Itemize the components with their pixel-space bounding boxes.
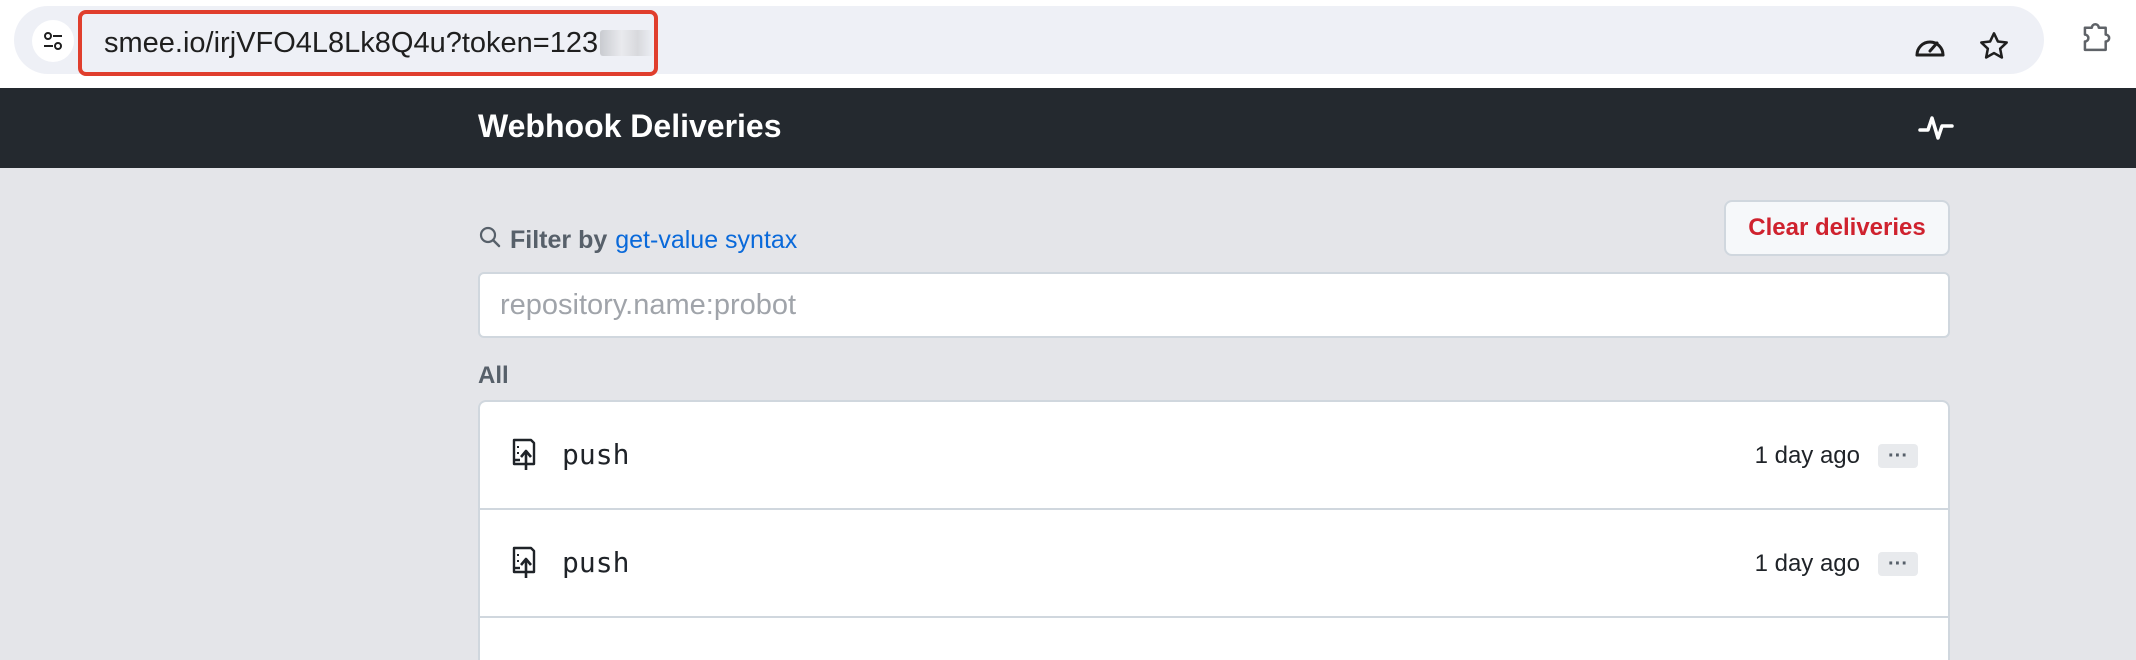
url-field[interactable]: smee.io/irjVFO4L8Lk8Q4u?token=123 (78, 10, 658, 76)
deliveries-list: push 1 day ago ··· push 1 day ago ··· (478, 400, 1950, 660)
get-value-syntax-link[interactable]: get-value syntax (615, 226, 797, 255)
clear-deliveries-button[interactable]: Clear deliveries (1724, 200, 1950, 256)
address-bar[interactable]: smee.io/irjVFO4L8Lk8Q4u?token=123 (14, 6, 2044, 76)
extensions-puzzle-icon[interactable] (2078, 18, 2114, 54)
redacted-token-blur (600, 30, 654, 56)
more-options-button[interactable]: ··· (1878, 552, 1918, 576)
filter-row: Filter by get-value syntax (478, 220, 797, 260)
section-label-all: All (478, 362, 509, 389)
pulse-icon (1918, 112, 1954, 144)
bookmark-star-icon[interactable] (1976, 28, 2012, 64)
browser-chrome: smee.io/irjVFO4L8Lk8Q4u?token=123 (0, 0, 2136, 88)
page-title: Webhook Deliveries (478, 108, 782, 144)
list-item[interactable]: push 1 day ago ··· (480, 402, 1948, 510)
event-name: push (562, 438, 630, 471)
event-name: push (562, 546, 630, 579)
delivery-time: 1 day ago (1754, 550, 1860, 577)
search-icon (478, 225, 502, 256)
more-options-button[interactable]: ··· (1878, 444, 1918, 468)
filter-label: Filter by (510, 225, 608, 254)
list-item[interactable]: push 1 day ago ··· (480, 510, 1948, 618)
filter-input[interactable] (478, 272, 1950, 338)
app-header: Webhook Deliveries (0, 88, 2136, 168)
url-text: smee.io/irjVFO4L8Lk8Q4u?token=123 (104, 26, 599, 59)
tune-icon[interactable] (32, 20, 74, 62)
delivery-time: 1 day ago (1754, 442, 1860, 469)
repo-push-icon (510, 438, 538, 472)
performance-gauge-icon[interactable] (1912, 28, 1948, 64)
repo-push-icon (510, 546, 538, 580)
